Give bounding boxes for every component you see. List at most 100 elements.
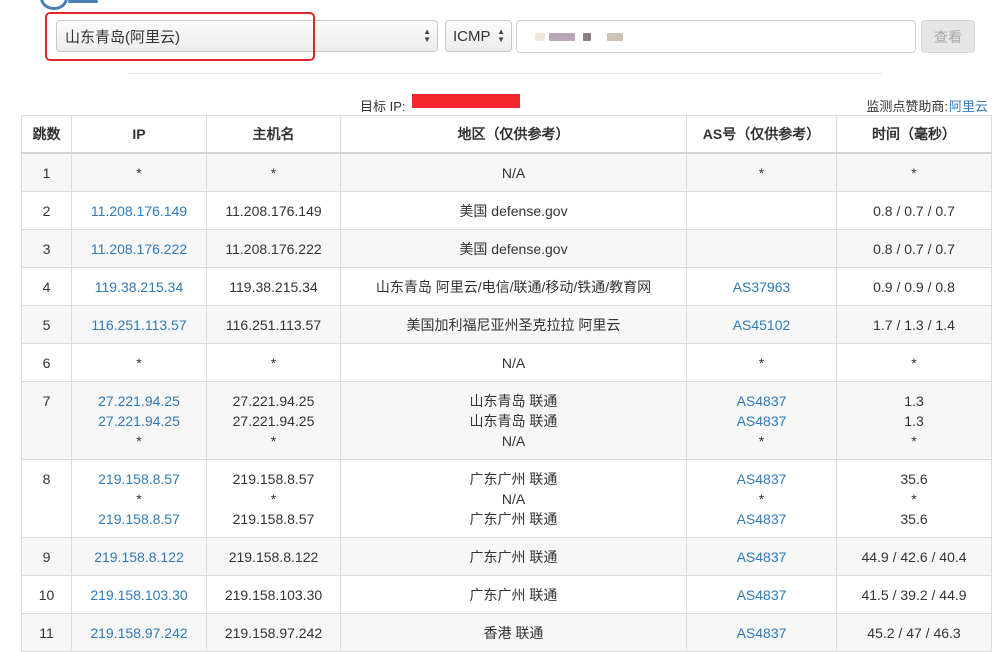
hop-cell: 6 [21, 343, 72, 382]
hostname-cell: 219.158.8.122 [206, 537, 341, 576]
hostname-cell-line: * [270, 165, 277, 181]
hostname-cell-line: 219.158.97.242 [224, 625, 323, 641]
region-cell-line: 山东青岛 联通 [469, 413, 558, 429]
as-link[interactable]: AS4837 [687, 391, 836, 411]
table-row: 4 119.38.215.34 119.38.215.34 山东青岛 阿里云/电信/联… [21, 267, 992, 306]
as-link[interactable]: AS4837 [687, 585, 836, 605]
time-cell: 1.3 1.3 * [836, 381, 992, 460]
ip-link[interactable]: 219.158.97.242 [72, 623, 206, 643]
ip-cell-line: * [136, 491, 142, 507]
table-header-row: 跳数 IP 主机名 地区（仅供参考） AS号（仅供参考） 时间（毫秒） [21, 115, 992, 154]
hop-cell-value: 1 [42, 165, 51, 181]
region-cell-line: 山东青岛 阿里云/电信/联通/移动/铁通/教育网 [375, 279, 652, 295]
hop-cell: 4 [21, 267, 72, 306]
region-cell: N/A [340, 343, 687, 382]
region-cell-line: 山东青岛 联通 [469, 393, 558, 409]
blurred-text [607, 33, 623, 41]
header-hop: 跳数 [21, 115, 72, 154]
time-cell-line: 45.2 / 47 / 46.3 [867, 625, 961, 641]
ip-cell: 219.158.103.30 [71, 575, 207, 614]
time-cell-line: 1.3 [904, 413, 924, 429]
hop-cell-value: 5 [42, 317, 51, 333]
as-cell [686, 229, 837, 268]
blurred-text [583, 33, 591, 41]
ip-link[interactable]: 11.208.176.222 [72, 239, 206, 259]
time-cell-line: 1.7 / 1.3 / 1.4 [873, 317, 955, 333]
ip-link[interactable]: 119.38.215.34 [72, 277, 206, 297]
time-cell: 0.8 / 0.7 / 0.7 [836, 229, 992, 268]
as-link[interactable]: AS4837 [687, 411, 836, 431]
region-cell-line: 美国加利福尼亚州圣克拉拉 阿里云 [406, 317, 621, 333]
blurred-text [549, 33, 575, 41]
region-cell-line: N/A [501, 165, 526, 181]
table-row: 9 219.158.8.122 219.158.8.122 广东广州 联通 AS4837… [21, 537, 992, 576]
ip-link[interactable]: 219.158.8.57 [72, 509, 206, 529]
hostname-cell: 27.221.94.25 27.221.94.25 * [206, 381, 341, 460]
region-cell-line: N/A [501, 433, 526, 449]
ip-cell: * [71, 152, 207, 192]
header-as: AS号（仅供参考） [686, 115, 837, 154]
as-link[interactable]: AS37963 [687, 277, 836, 297]
as-cell: AS37963 [686, 267, 837, 306]
region-cell: 山东青岛 阿里云/电信/联通/移动/铁通/教育网 [340, 267, 687, 306]
ip-link[interactable]: 27.221.94.25 [72, 391, 206, 411]
hop-cell-value: 2 [42, 203, 51, 219]
hop-cell: 3 [21, 229, 72, 268]
time-cell: * [836, 343, 992, 382]
table-row: 6 * * N/A * * [21, 343, 992, 382]
hop-cell: 11 [21, 613, 72, 652]
ip-cell: 219.158.97.242 [71, 613, 207, 652]
ip-link[interactable]: 11.208.176.149 [72, 201, 206, 221]
target-input[interactable] [516, 20, 916, 53]
header-region: 地区（仅供参考） [340, 115, 687, 154]
as-link[interactable]: AS4837 [687, 547, 836, 567]
ip-link[interactable]: 219.158.8.57 [72, 469, 206, 489]
ip-link[interactable]: 27.221.94.25 [72, 411, 206, 431]
time-cell: 1.7 / 1.3 / 1.4 [836, 305, 992, 344]
time-cell-line: * [911, 165, 917, 181]
time-cell-line: 35.6 [900, 511, 928, 527]
protocol-select[interactable]: ICMP ▲ ▼ [445, 20, 512, 52]
region-cell-line: N/A [501, 355, 526, 371]
ip-link[interactable]: 116.251.113.57 [72, 315, 206, 335]
table-row: 5 116.251.113.57 116.251.113.57 美国加利福尼亚州圣克拉… [21, 305, 992, 344]
as-link[interactable]: AS4837 [687, 469, 836, 489]
header-ip: IP [71, 115, 207, 154]
hostname-cell: 219.158.8.57 * 219.158.8.57 [206, 459, 341, 538]
hostname-cell-line: 27.221.94.25 [232, 393, 315, 409]
region-cell: 美国加利福尼亚州圣克拉拉 阿里云 [340, 305, 687, 344]
sponsor-link[interactable]: 阿里云 [949, 96, 988, 115]
hop-cell: 1 [21, 152, 72, 192]
protocol-select-value: ICMP [453, 27, 491, 45]
hostname-cell: * [206, 152, 341, 192]
ip-cell: 119.38.215.34 [71, 267, 207, 306]
time-cell: 45.2 / 47 / 46.3 [836, 613, 992, 652]
hostname-cell: 219.158.103.30 [206, 575, 341, 614]
as-link[interactable]: AS45102 [687, 315, 836, 335]
as-link[interactable]: AS4837 [687, 623, 836, 643]
ip-link[interactable]: 219.158.103.30 [72, 585, 206, 605]
ip-cell: * [71, 343, 207, 382]
header-time: 时间（毫秒） [836, 115, 992, 154]
as-cell: AS4837 * AS4837 [686, 459, 837, 538]
table-row: 8 219.158.8.57 * 219.158.8.57 219.158.8.57 * 2… [21, 459, 992, 538]
as-cell-line: * [758, 491, 765, 507]
time-cell-line: 44.9 / 42.6 / 40.4 [861, 549, 967, 565]
ip-cell: 116.251.113.57 [71, 305, 207, 344]
hop-cell: 5 [21, 305, 72, 344]
view-button[interactable]: 查看 [921, 20, 975, 53]
traceroute-table: 跳数 IP 主机名 地区（仅供参考） AS号（仅供参考） 时间（毫秒） 1 * * N… [21, 115, 992, 652]
select-arrows-icon: ▲ ▼ [497, 27, 505, 44]
sponsor-label: 监测点赞助商: [866, 99, 948, 114]
hostname-cell-line: 219.158.8.57 [232, 471, 315, 487]
region-cell: 美国 defense.gov [340, 229, 687, 268]
table-row: 1 * * N/A * * [21, 152, 992, 192]
hostname-cell-line: 27.221.94.25 [232, 413, 315, 429]
hop-cell-value: 10 [38, 587, 55, 603]
as-cell: * [686, 152, 837, 192]
hostname-cell-line: 219.158.8.57 [232, 511, 315, 527]
hostname-cell-line: 219.158.8.122 [228, 549, 319, 565]
ip-link[interactable]: 219.158.8.122 [72, 547, 206, 567]
hostname-cell-line: 11.208.176.222 [225, 241, 322, 257]
as-link[interactable]: AS4837 [687, 509, 836, 529]
